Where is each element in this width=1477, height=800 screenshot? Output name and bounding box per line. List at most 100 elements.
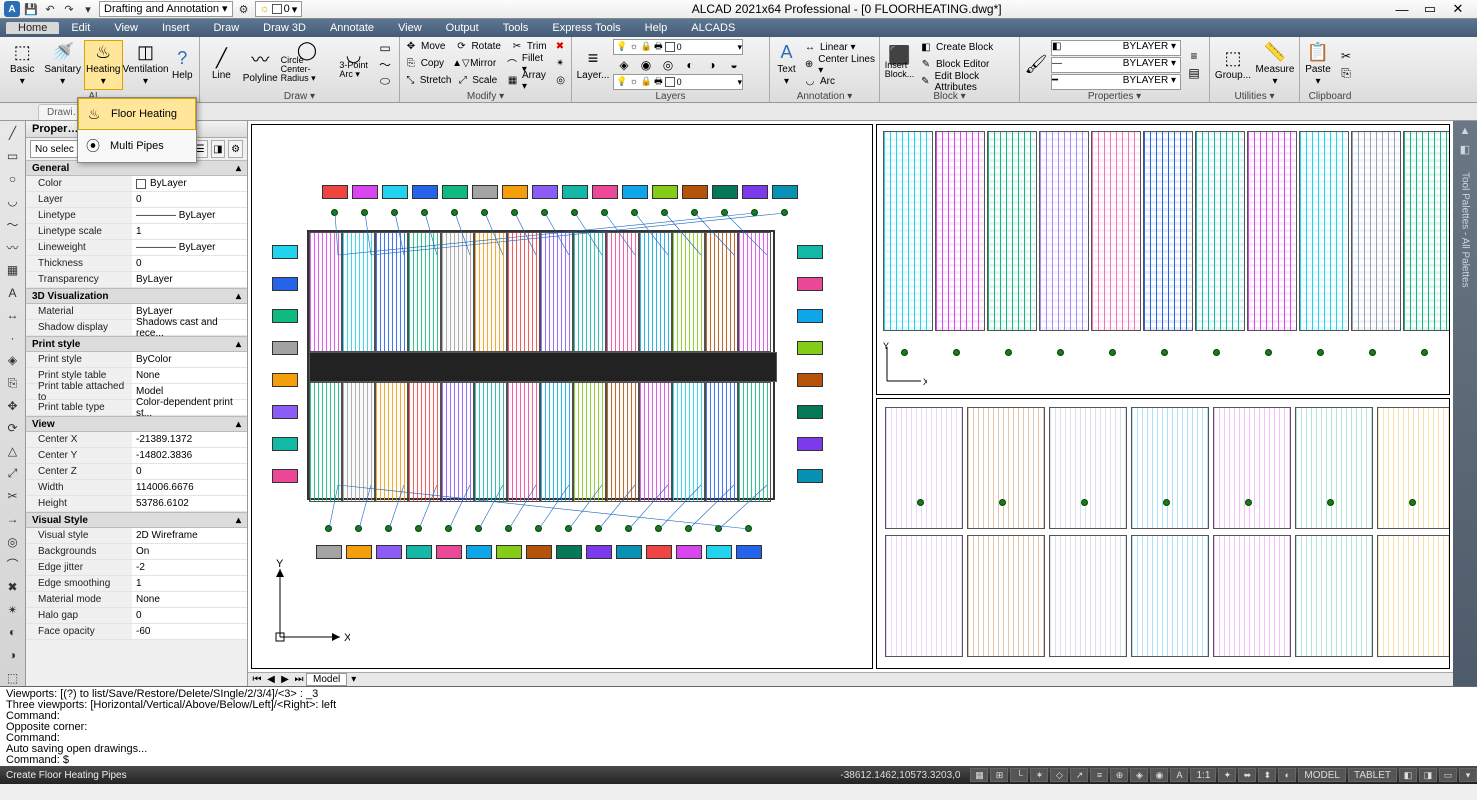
prop-row[interactable]: BackgroundsOn	[26, 544, 247, 560]
menu-insert[interactable]: Insert	[150, 22, 202, 34]
tablet-toggle[interactable]: TABLET	[1348, 768, 1397, 782]
tool-text-icon[interactable]: A	[4, 284, 22, 301]
menu-edit[interactable]: Edit	[59, 22, 102, 34]
arc-button[interactable]: ◡3-Point Arc ▾	[335, 40, 372, 90]
array-icon[interactable]: ▦	[505, 75, 520, 86]
layer-tool-icon[interactable]: ◑	[701, 56, 723, 73]
prop-row[interactable]: Print styleByColor	[26, 352, 247, 368]
match-props-button[interactable]: 🖌	[1023, 40, 1049, 90]
layer-selector-2[interactable]: 💡 ☼ 🔒 🖶 0▾	[613, 74, 743, 90]
polyline-button[interactable]: 〰Polyline	[242, 40, 279, 90]
prop-section[interactable]: 3D Visualization▴	[26, 288, 247, 304]
next-icon[interactable]: ▶	[278, 674, 292, 685]
sb-icon[interactable]: ⬌	[1238, 768, 1256, 782]
app-logo-icon[interactable]: A	[4, 1, 20, 17]
tool-misc-icon[interactable]: ⬚	[4, 669, 22, 686]
erase-icon[interactable]: ✖	[552, 41, 568, 52]
offset-icon[interactable]: ◎	[553, 75, 568, 86]
prop-row[interactable]: Face opacity-60	[26, 624, 247, 640]
prop-row[interactable]: Linetype———— ByLayer	[26, 208, 247, 224]
tool-erase-icon[interactable]: ✖	[4, 579, 22, 596]
sb-icon[interactable]: ⬍	[1258, 768, 1276, 782]
layer-props-button[interactable]: ≡Layer...	[575, 40, 611, 90]
tool-misc-icon[interactable]: ◐	[4, 624, 22, 641]
scale-icon[interactable]: ⤢	[455, 75, 470, 86]
panel-btn-icon[interactable]: ◨	[211, 140, 226, 158]
insert-block-button[interactable]: ⬛Insert Block...	[883, 40, 916, 90]
menu-draw[interactable]: Draw	[201, 22, 251, 34]
prop-section[interactable]: Visual Style▴	[26, 512, 247, 528]
explode-icon[interactable]: ✴	[552, 58, 568, 69]
tool-dim-icon[interactable]: ↔	[4, 307, 22, 324]
tool-offset-icon[interactable]: ◎	[4, 533, 22, 550]
prop-row[interactable]: Edge jitter-2	[26, 560, 247, 576]
strip-icon[interactable]: ◧	[1460, 143, 1470, 156]
sc-toggle-icon[interactable]: ◉	[1150, 768, 1168, 782]
qat-undo-icon[interactable]: ↶	[42, 1, 58, 17]
trim-icon[interactable]: ✂	[509, 41, 525, 52]
command-line[interactable]: Viewports: [(?) to list/Save/Restore/Del…	[0, 686, 1477, 766]
spline-icon[interactable]: 〜	[374, 56, 396, 73]
tool-explode-icon[interactable]: ✴	[4, 602, 22, 619]
menu-annotate[interactable]: Annotate	[318, 22, 386, 34]
layer-tool-icon[interactable]: ◈	[613, 56, 635, 73]
prop-row[interactable]: TransparencyByLayer	[26, 272, 247, 288]
prop-row[interactable]: ColorByLayer	[26, 176, 247, 192]
model-tab[interactable]: Model	[306, 673, 347, 686]
text-button[interactable]: AText▾	[773, 40, 800, 90]
model-toggle[interactable]: MODEL	[1298, 768, 1346, 782]
sb-icon[interactable]: ◧	[1399, 768, 1417, 782]
otrack-toggle-icon[interactable]: ↗	[1070, 768, 1088, 782]
menu-alcads[interactable]: ALCADS	[679, 22, 747, 34]
viewport-top-right[interactable]: XY	[876, 124, 1450, 395]
sb-icon[interactable]: ◨	[1419, 768, 1437, 782]
osnap-toggle-icon[interactable]: ◇	[1050, 768, 1068, 782]
fillet-icon[interactable]: ⌒	[504, 56, 520, 71]
menu-tools[interactable]: Tools	[491, 22, 541, 34]
copy-clip-icon[interactable]: ⎘	[1335, 65, 1357, 82]
tool-copy-icon[interactable]: ⎘	[4, 375, 22, 392]
cut-icon[interactable]: ✂	[1335, 48, 1357, 65]
tool-palettes-strip[interactable]: ▲ ◧ Tool Palettes - All Palettes	[1453, 121, 1477, 686]
floor-heating-item[interactable]: ♨Floor Heating	[78, 98, 196, 130]
grid-toggle-icon[interactable]: ⊞	[990, 768, 1008, 782]
prop-row[interactable]: Thickness0	[26, 256, 247, 272]
viewport-bottom-right[interactable]	[876, 398, 1450, 669]
circle-button[interactable]: ◯Circle Center-Radius ▾	[281, 40, 334, 90]
sb-icon[interactable]: ✦	[1218, 768, 1236, 782]
first-icon[interactable]: ⏮	[250, 674, 264, 685]
tool-trim-icon[interactable]: ✂	[4, 488, 22, 505]
tool-pline-icon[interactable]: 〰	[4, 239, 22, 256]
move-icon[interactable]: ✥	[403, 41, 419, 52]
prop-row[interactable]: Lineweight———— ByLayer	[26, 240, 247, 256]
tool-region-icon[interactable]: ◈	[4, 352, 22, 369]
help-button[interactable]: ?Help	[169, 40, 196, 90]
polar-toggle-icon[interactable]: ✶	[1030, 768, 1048, 782]
sb-icon[interactable]: ▾	[1459, 768, 1477, 782]
stretch-icon[interactable]: ⤡	[403, 75, 418, 86]
props-icon[interactable]: ▤	[1183, 65, 1205, 82]
prop-row[interactable]: Height53786.6102	[26, 496, 247, 512]
linetype-selector[interactable]: —BYLAYER ▾	[1051, 57, 1181, 73]
line-button[interactable]: ╱Line	[203, 40, 240, 90]
tool-hatch-icon[interactable]: ▦	[4, 262, 22, 279]
prop-row[interactable]: Print table typeColor-dependent print st…	[26, 400, 247, 416]
ellipse-icon[interactable]: ⬭	[374, 73, 396, 90]
menu-help[interactable]: Help	[633, 22, 680, 34]
lineweight-selector[interactable]: ━BYLAYER ▾	[1051, 74, 1181, 90]
tool-mirror-icon[interactable]: △	[4, 443, 22, 460]
heating-button[interactable]: ♨Heating▾	[84, 40, 123, 90]
layer-selector[interactable]: 💡 ☼ 🔒 🖶 0▾	[613, 39, 743, 55]
arc-dim-button[interactable]: ◡Arc	[802, 73, 876, 90]
menu-view2[interactable]: View	[386, 22, 434, 34]
sanitary-button[interactable]: 🚿Sanitary▾	[43, 40, 81, 90]
centerlines-button[interactable]: ⊕Center Lines ▾	[802, 56, 876, 73]
edit-attrs-button[interactable]: ✎Edit Block Attributes	[918, 73, 1016, 90]
prop-row[interactable]: Width114006.6676	[26, 480, 247, 496]
tool-rect-icon[interactable]: ▭	[4, 148, 22, 165]
prop-row[interactable]: Center Y-14802.3836	[26, 448, 247, 464]
prop-row[interactable]: Layer0	[26, 192, 247, 208]
basic-button[interactable]: ⬚Basic▾	[3, 40, 41, 90]
measure-button[interactable]: 📏Measure▾	[1255, 40, 1295, 90]
prop-row[interactable]: Edge smoothing1	[26, 576, 247, 592]
